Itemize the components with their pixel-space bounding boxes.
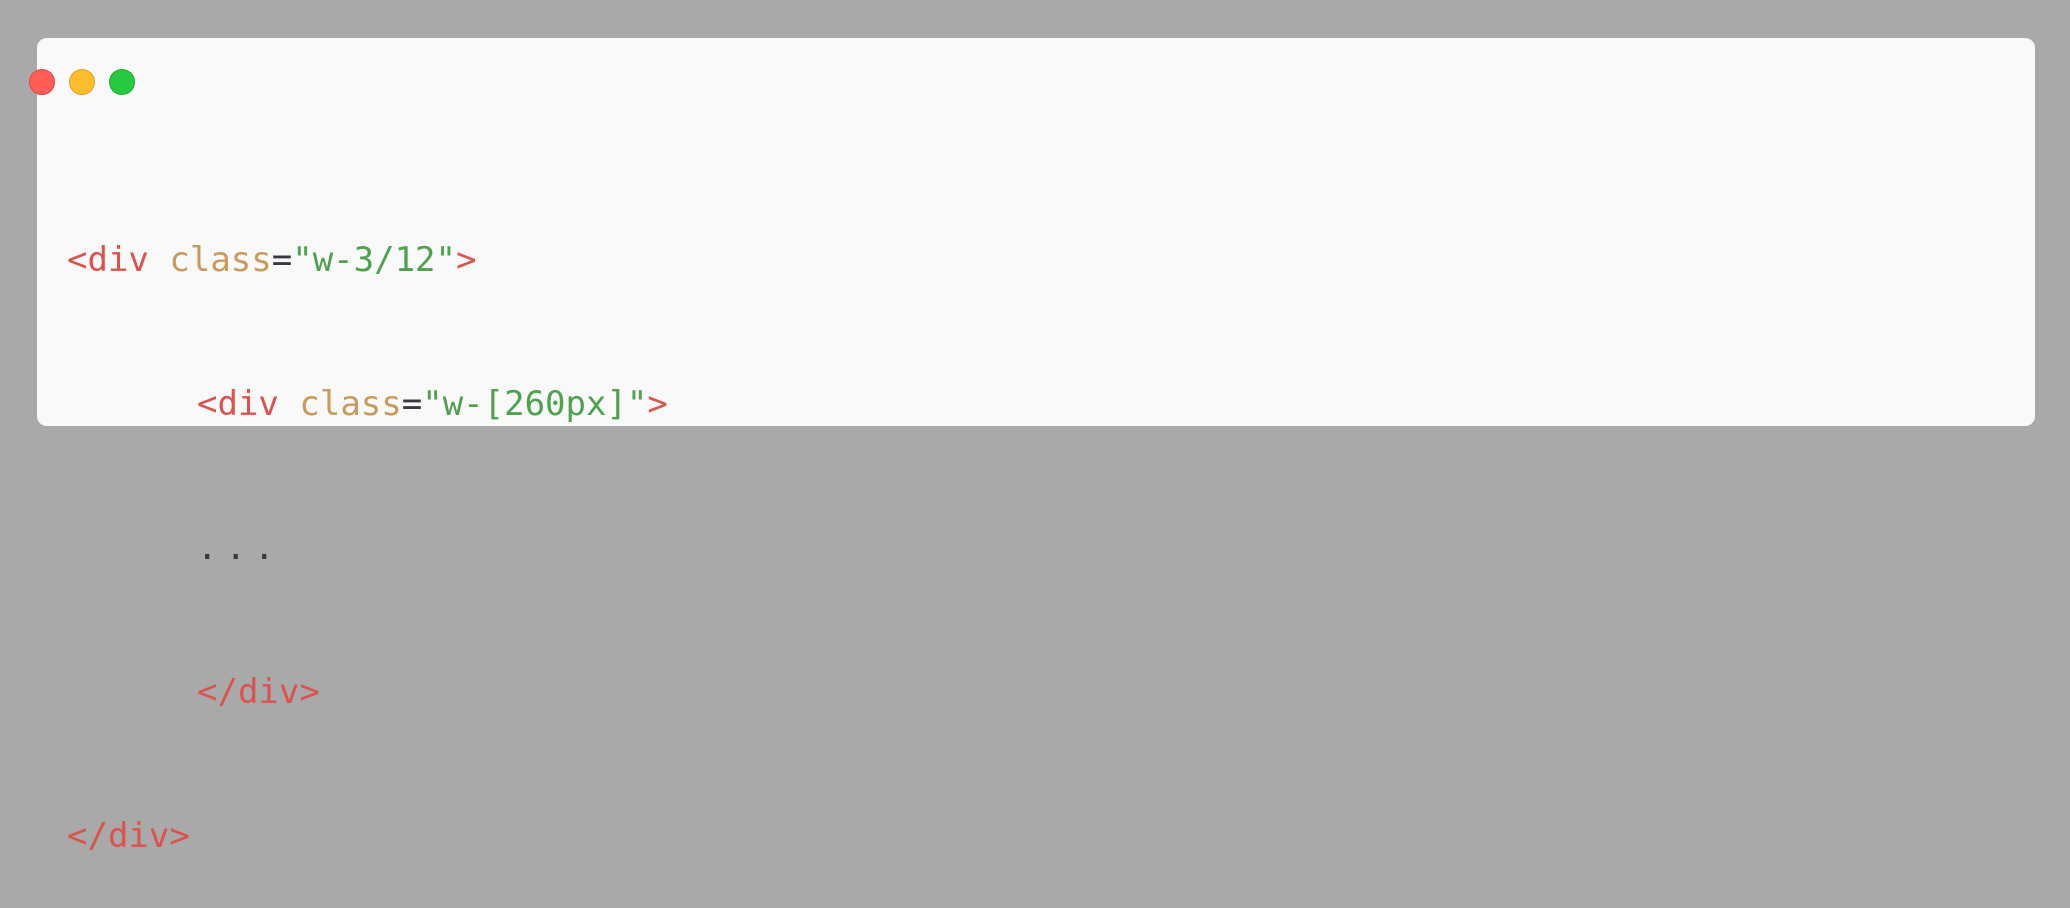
- closing-tag: </div>: [67, 816, 190, 856]
- maximize-dot-icon[interactable]: [109, 69, 135, 95]
- attribute-value: "w-[260px]": [422, 384, 648, 424]
- close-dot-icon[interactable]: [29, 69, 55, 95]
- window-controls: [29, 69, 135, 95]
- code-line-3: ...: [67, 524, 668, 572]
- code-block: <div class="w-3/12"> <div class="w-[260p…: [67, 140, 668, 908]
- attribute-value: "w-3/12": [292, 240, 456, 280]
- attribute-name: class: [169, 240, 272, 280]
- tag-open: <div: [67, 240, 149, 280]
- equals-sign: =: [271, 240, 293, 280]
- ellipsis: ...: [197, 528, 283, 568]
- attribute-name: class: [299, 384, 402, 424]
- minimize-dot-icon[interactable]: [69, 69, 95, 95]
- equals-sign: =: [401, 384, 423, 424]
- tag-close: >: [647, 384, 668, 424]
- code-line-5: </div>: [67, 812, 668, 860]
- tag-close: >: [455, 240, 477, 280]
- code-line-2: <div class="w-[260px]">: [67, 380, 668, 428]
- code-line-1: <div class="w-3/12">: [67, 236, 668, 284]
- closing-tag: </div>: [197, 672, 320, 712]
- code-line-4: </div>: [67, 668, 668, 716]
- tag-open: <div: [197, 384, 279, 424]
